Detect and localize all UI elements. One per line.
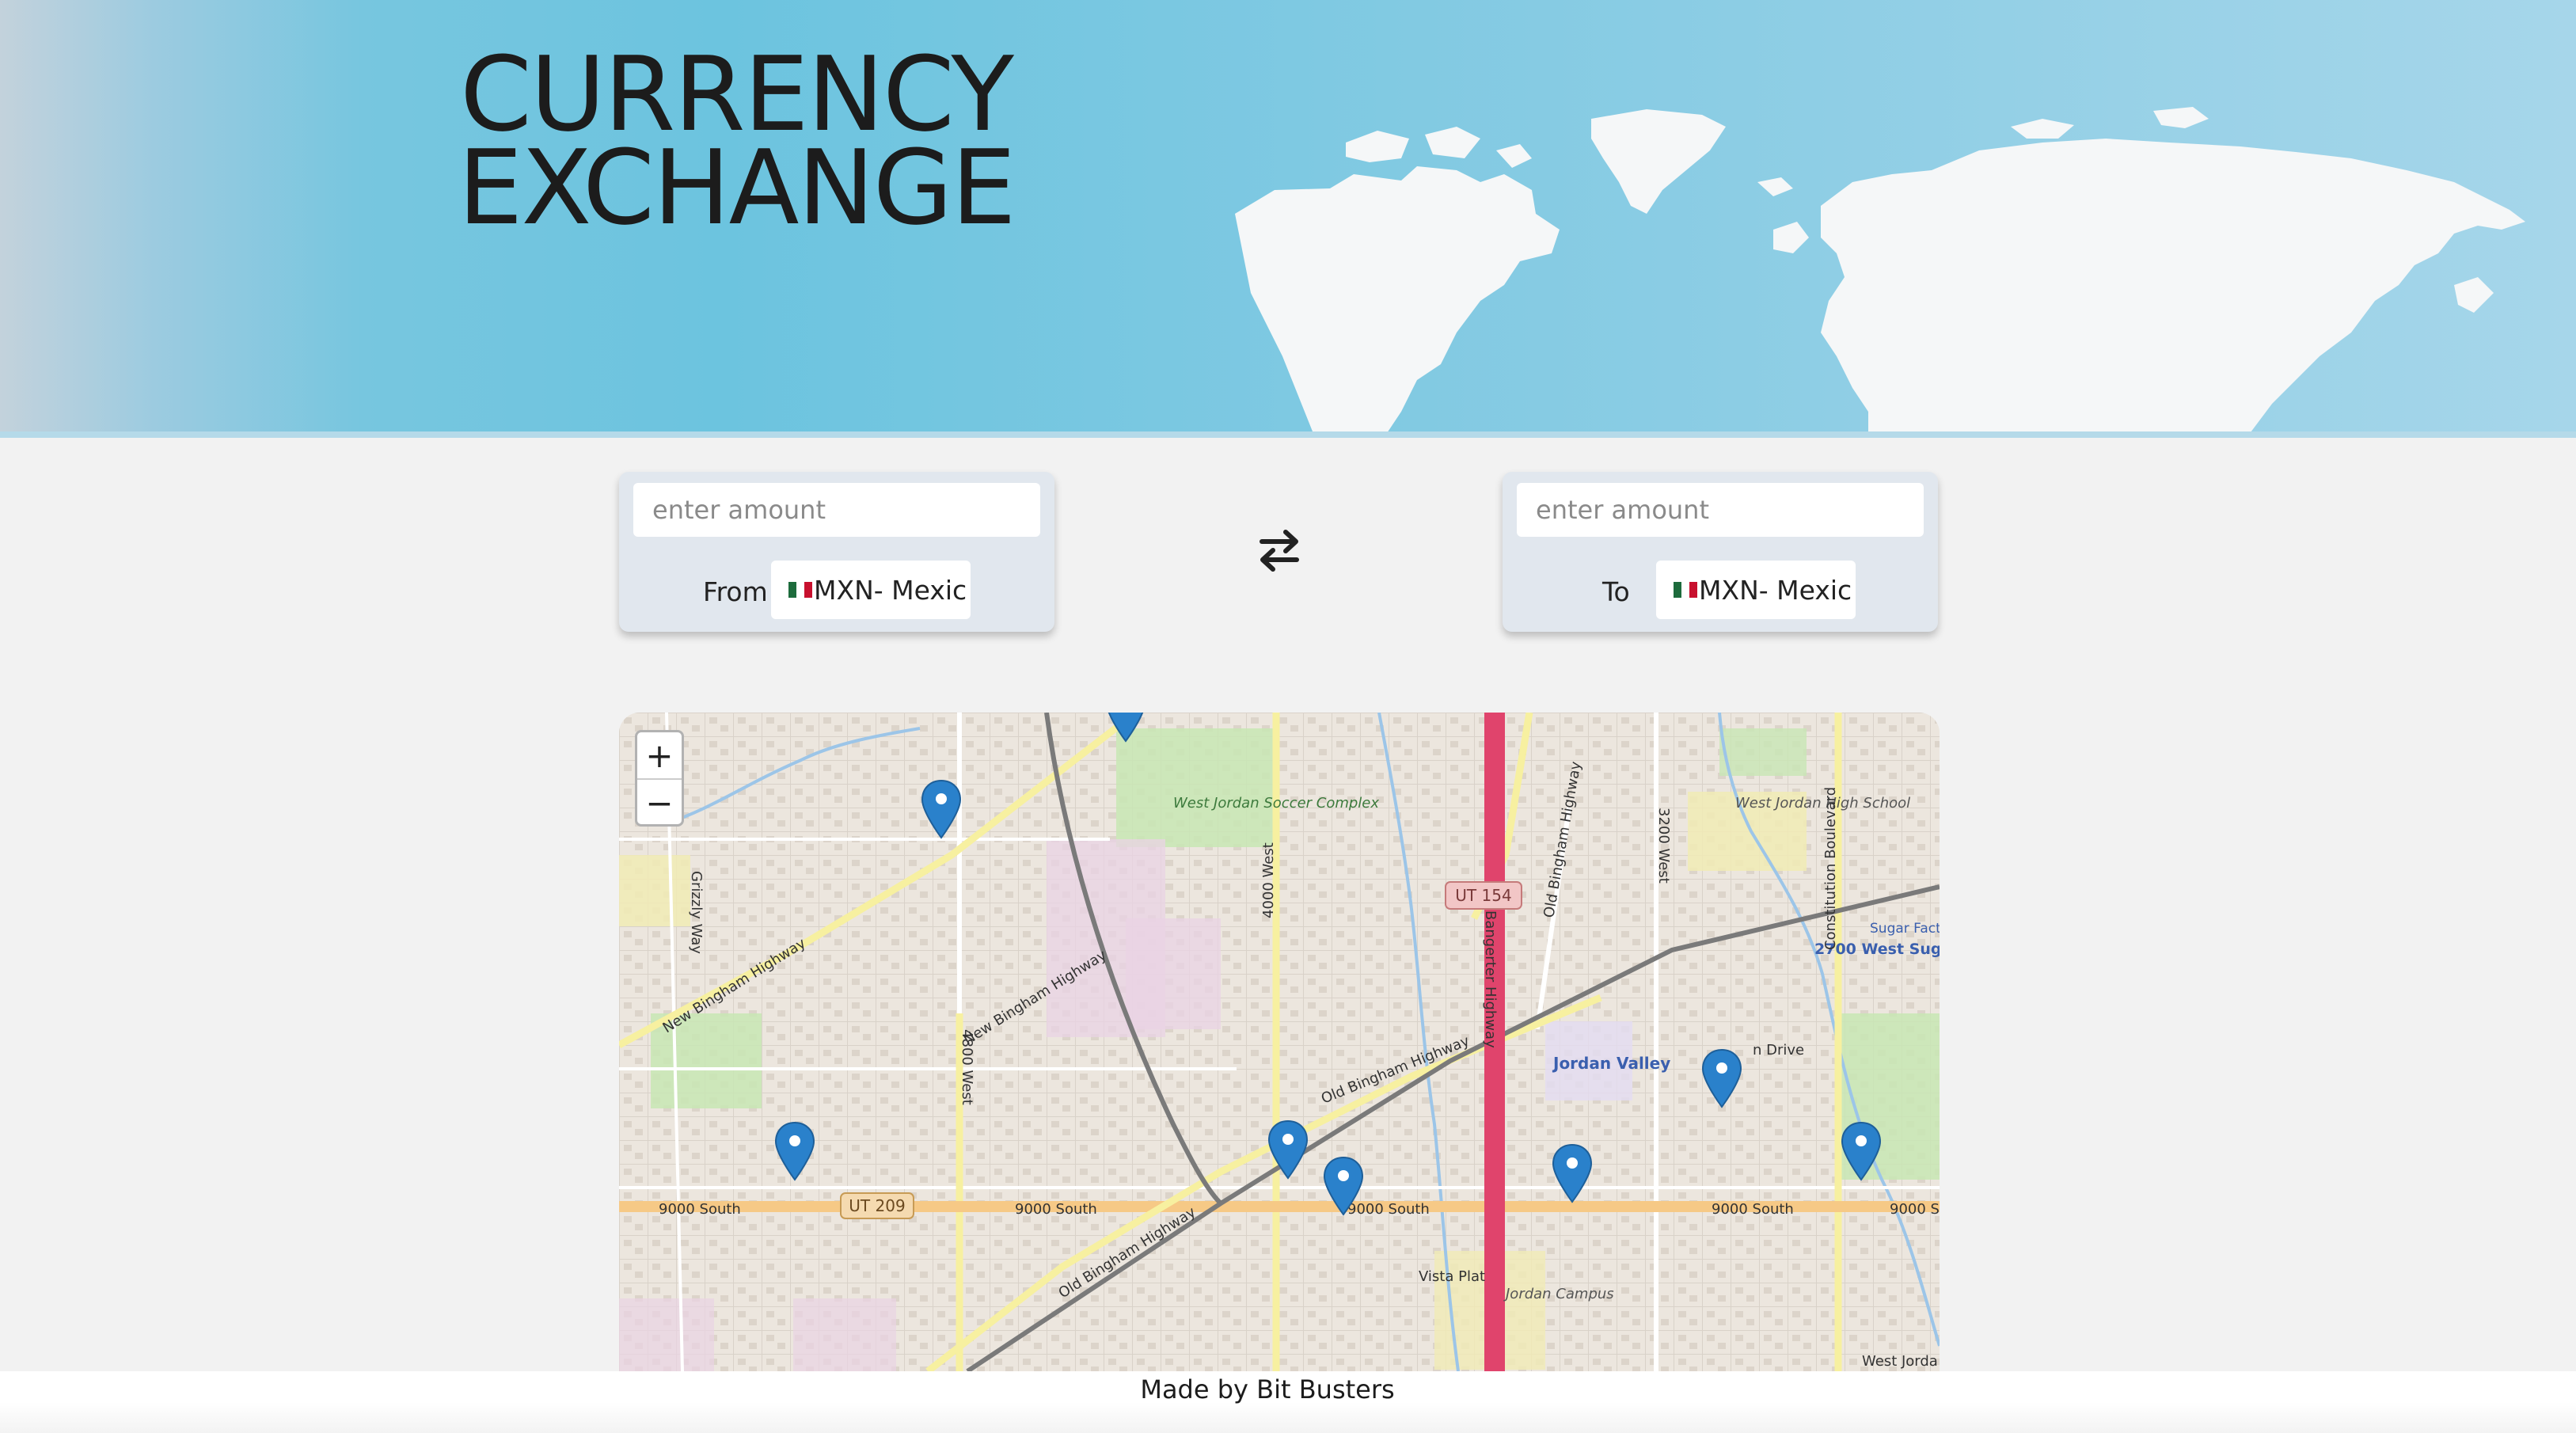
to-label: To	[1602, 576, 1630, 607]
to-amount-input[interactable]	[1517, 483, 1924, 537]
map-label-ut209: UT 209	[849, 1196, 905, 1215]
footer: Made by Bit Busters	[0, 1371, 2576, 1433]
map-label-4000-west: 4000 West	[1260, 842, 1277, 918]
map-label-grizzly-way: Grizzly Way	[688, 871, 705, 954]
map-label-jordan-campus: Jordan Campus	[1503, 1286, 1614, 1302]
location-map[interactable]: UT 154 UT 209 9000 South 9000 South 9000…	[619, 713, 1940, 1371]
map-label-ut154: UT 154	[1455, 886, 1511, 905]
zoom-in-button[interactable]: +	[637, 732, 682, 780]
title-line-2: EXCHANGE	[458, 127, 1016, 248]
to-currency-row: To MXN- Mexic	[1503, 561, 1938, 621]
from-currency-select[interactable]: MXN- Mexic	[771, 561, 971, 619]
map-label-bangerter: Bangerter Highway	[1482, 910, 1499, 1048]
map-label-9000-south: 9000 So	[1890, 1201, 1940, 1218]
from-currency-row: From MXN- Mexic	[619, 561, 1054, 621]
map-tiles[interactable]: UT 154 UT 209 9000 South 9000 South 9000…	[619, 713, 1940, 1371]
header-banner: CURRENCY EXCHANGE	[0, 0, 2576, 431]
map-label-jordan-valley: Jordan Valley	[1552, 1054, 1670, 1073]
to-currency-panel: To MXN- Mexic	[1503, 472, 1938, 632]
page-title: CURRENCY EXCHANGE	[443, 43, 1029, 248]
mexico-flag-icon	[788, 582, 812, 598]
map-label-9000-south: 9000 South	[659, 1201, 741, 1218]
to-currency-select[interactable]: MXN- Mexic	[1656, 561, 1856, 619]
world-map-illustration	[1235, 107, 2525, 431]
from-currency-panel: From MXN- Mexic	[619, 472, 1054, 632]
map-label-9000-south: 9000 South	[1712, 1201, 1794, 1218]
map-label-sugar-factory: Sugar Facto	[1870, 921, 1940, 937]
map-label-vista: Vista Plat	[1419, 1268, 1485, 1285]
map-label-drive: n Drive	[1753, 1042, 1804, 1059]
to-currency-value: MXN- Mexic	[1699, 574, 1852, 606]
map-label-3200-west: 3200 West	[1655, 808, 1672, 884]
header-divider	[0, 431, 2576, 438]
from-currency-value: MXN- Mexic	[814, 574, 967, 606]
map-label-soccer-complex: West Jordan Soccer Complex	[1173, 795, 1379, 812]
map-label-constitution: Constitution Boulevard	[1822, 787, 1839, 950]
map-label-9000-south: 9000 South	[1347, 1201, 1430, 1218]
footer-credit: Made by Bit Busters	[1140, 1374, 1395, 1404]
from-amount-input[interactable]	[633, 483, 1040, 537]
map-label-west-jordan: West Jorda	[1862, 1353, 1938, 1370]
map-label-9000-south: 9000 South	[1015, 1201, 1097, 1218]
zoom-control: + −	[635, 730, 684, 827]
from-label: From	[703, 576, 768, 607]
zoom-out-button[interactable]: −	[637, 780, 682, 826]
mexico-flag-icon	[1674, 582, 1697, 598]
swap-arrows-icon[interactable]	[1257, 524, 1301, 576]
map-label-4800-west: 4800 West	[959, 1029, 975, 1105]
